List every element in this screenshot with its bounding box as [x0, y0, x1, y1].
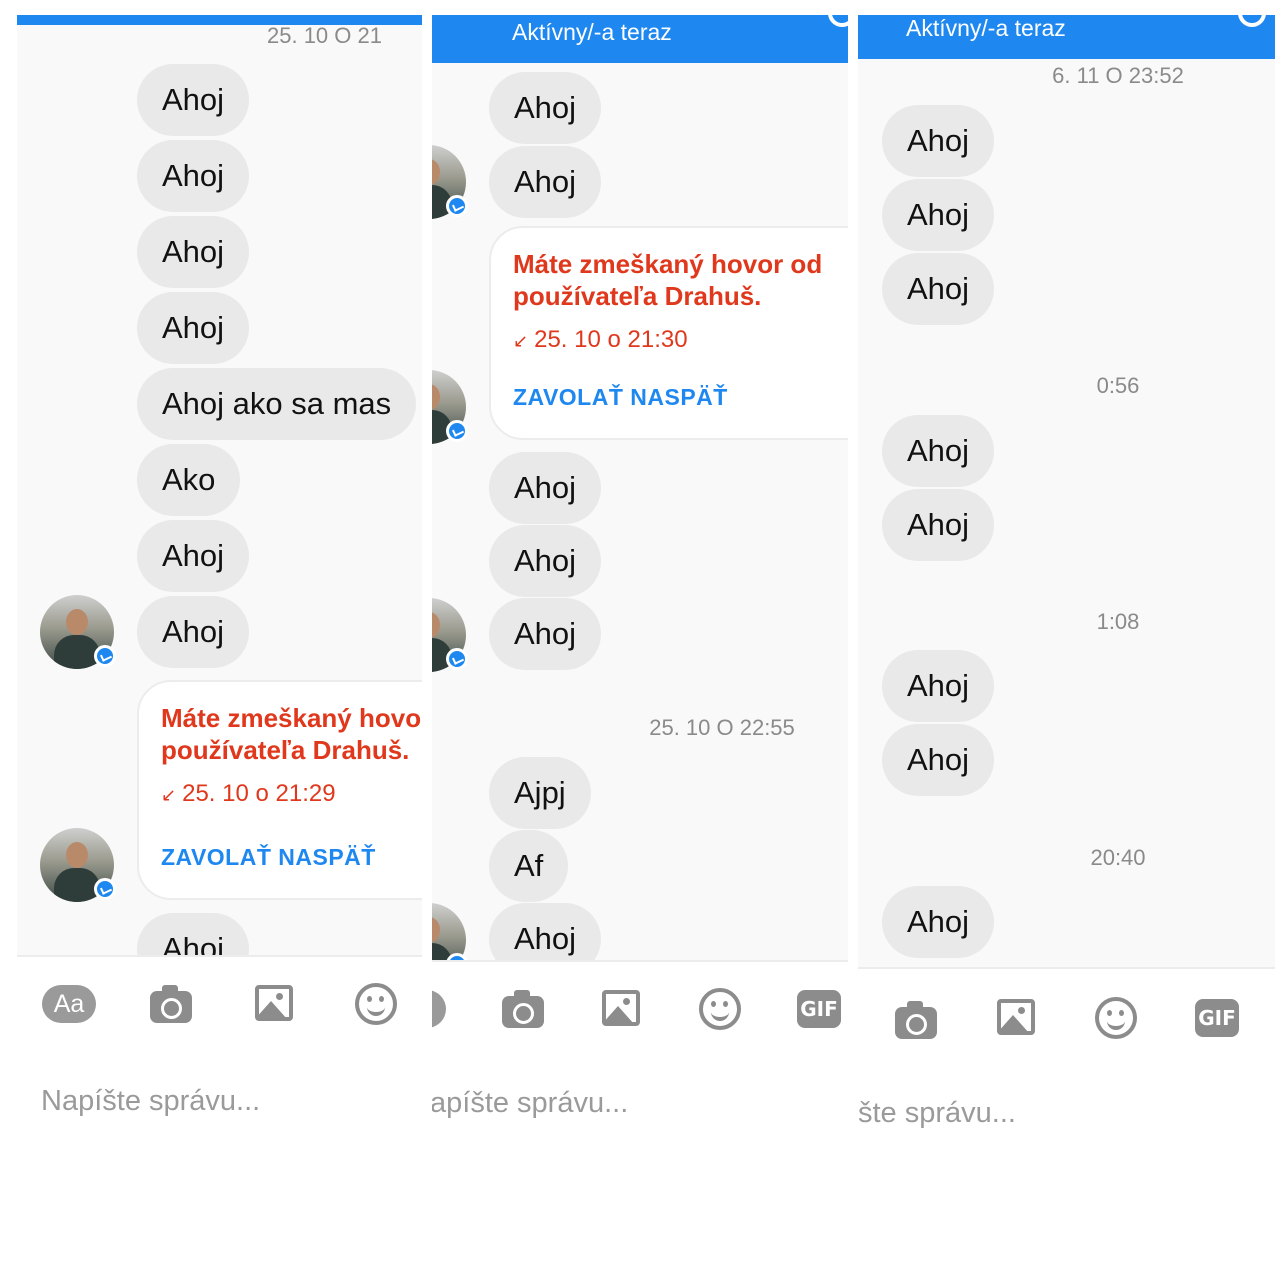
missed-call-title: Máte zmeškaný hovor od používateľa Drahu… — [161, 703, 422, 765]
header-bar: Aktívny/-a teraz — [432, 15, 848, 63]
missed-call-time-text: 25. 10 o 21:30 — [534, 326, 688, 353]
text-format-icon[interactable]: Aa — [42, 985, 96, 1023]
message-bubble[interactable]: Ahoj — [137, 292, 250, 364]
message-bubble[interactable]: Ahoj — [489, 452, 602, 524]
message-bubble[interactable]: Ako — [137, 444, 241, 516]
message-bubble[interactable]: Ahoj — [882, 724, 995, 796]
message-bubble[interactable]: Ahoj — [137, 64, 250, 136]
message-bubble[interactable]: Ahoj — [882, 650, 995, 722]
composer-toolbar: GIF šte správu... — [858, 967, 1275, 1280]
composer-toolbar: a GIF apíšte správu... — [432, 960, 848, 1280]
message-bubble[interactable]: Af — [489, 830, 569, 902]
message-bubble[interactable]: Ahoj — [489, 525, 602, 597]
messenger-badge-icon — [446, 648, 468, 670]
date-stamp: 25. 10 O 21 — [267, 23, 382, 48]
missed-call-time: ↙ 25. 10 o 21:29 — [161, 780, 422, 808]
message-bubble[interactable]: Ahoj — [137, 140, 250, 212]
message-thread[interactable]: Aktívny/-a teraz 6. 11 O 23:52 Ahoj Ahoj… — [858, 15, 1275, 967]
camera-icon[interactable] — [150, 985, 192, 1023]
message-input[interactable]: šte správu... — [858, 1097, 1016, 1130]
message-bubble[interactable]: Ahoj — [489, 598, 602, 670]
camera-icon[interactable] — [895, 1001, 937, 1039]
message-bubble[interactable]: Ahoj — [489, 146, 602, 218]
avatar[interactable] — [432, 598, 468, 672]
message-bubble[interactable]: Ahoj — [882, 253, 995, 325]
message-bubble[interactable]: Ahoj — [882, 105, 995, 177]
active-status: Aktívny/-a teraz — [906, 15, 1066, 41]
message-bubble[interactable]: Ahoj — [137, 596, 250, 668]
missed-call-time-text: 25. 10 o 21:29 — [182, 780, 336, 807]
gif-icon[interactable]: GIF — [797, 990, 841, 1028]
avatar-photo — [432, 903, 466, 960]
avatar[interactable] — [40, 595, 116, 669]
date-stamp: 25. 10 O 22:55 — [649, 715, 795, 740]
messenger-badge-icon — [94, 878, 116, 900]
chat-panel-1: 25. 10 O 21 Ahoj Ahoj Ahoj Ahoj Ahoj ako… — [17, 15, 422, 1280]
camera-icon[interactable] — [502, 990, 544, 1028]
message-bubble[interactable]: Ahoj — [882, 179, 995, 251]
time-stamp: 0:56 — [1096, 373, 1140, 398]
gallery-icon[interactable] — [255, 985, 293, 1021]
missed-call-card[interactable]: Máte zmeškaný hovor od používateľa Drahu… — [137, 680, 422, 900]
message-input[interactable]: Napíšte správu... — [41, 1085, 260, 1118]
missed-call-arrow-icon: ↙ — [513, 331, 529, 351]
message-bubble[interactable]: Ajpj — [489, 757, 591, 829]
text-format-icon[interactable]: a — [432, 990, 446, 1028]
message-thread[interactable]: 25. 10 O 21 Ahoj Ahoj Ahoj Ahoj Ahoj ako… — [17, 15, 422, 955]
gif-icon[interactable]: GIF — [1195, 999, 1239, 1037]
time-stamp: 1:08 — [1096, 609, 1140, 634]
messenger-badge-icon — [446, 420, 468, 442]
composer-toolbar: Aa Napíšte správu... — [17, 955, 422, 1280]
missed-call-title: Máte zmeškaný hovor od používateľa Drahu… — [513, 249, 823, 311]
active-status: Aktívny/-a teraz — [512, 19, 672, 45]
avatar[interactable] — [40, 828, 116, 902]
message-bubble[interactable]: Ahoj — [489, 72, 602, 144]
header-bar: Aktívny/-a teraz — [858, 15, 1275, 59]
call-back-button[interactable]: ZAVOLAŤ NASPÄŤ — [513, 384, 848, 411]
call-back-button[interactable]: ZAVOLAŤ NASPÄŤ — [161, 844, 422, 871]
missed-call-card[interactable]: Máte zmeškaný hovor od používateľa Drahu… — [489, 226, 848, 440]
chat-panel-2: Aktívny/-a teraz Ahoj Ahoj Máte zmeškaný… — [432, 15, 848, 1280]
avatar[interactable] — [432, 370, 468, 444]
emoji-icon[interactable] — [1095, 997, 1137, 1039]
gallery-icon[interactable] — [602, 990, 640, 1026]
date-stamp: 6. 11 O 23:52 — [1052, 63, 1184, 88]
emoji-icon[interactable] — [699, 988, 741, 1030]
message-bubble[interactable]: Ahoj — [489, 903, 602, 960]
call-icon[interactable] — [1238, 15, 1266, 27]
emoji-icon[interactable] — [355, 983, 397, 1025]
call-icon[interactable] — [828, 15, 848, 27]
gallery-icon[interactable] — [997, 999, 1035, 1035]
message-bubble[interactable]: Ahoj — [882, 489, 995, 561]
message-bubble[interactable]: Ahoj — [137, 520, 250, 592]
message-bubble[interactable]: Ahoj — [137, 913, 250, 955]
message-bubble[interactable]: Ahoj — [882, 886, 995, 958]
missed-call-arrow-icon: ↙ — [161, 785, 177, 805]
message-thread[interactable]: Aktívny/-a teraz Ahoj Ahoj Máte zmeškaný… — [432, 15, 848, 960]
avatar[interactable] — [432, 145, 468, 219]
messenger-badge-icon — [446, 195, 468, 217]
message-input[interactable]: apíšte správu... — [432, 1087, 628, 1120]
avatar[interactable] — [432, 903, 468, 960]
missed-call-time: ↙ 25. 10 o 21:30 — [513, 326, 848, 354]
message-bubble[interactable]: Ahoj ako sa mas — [137, 368, 417, 440]
time-stamp: 20:40 — [1090, 845, 1146, 870]
message-bubble[interactable]: Ahoj — [882, 415, 995, 487]
chat-panel-3: Aktívny/-a teraz 6. 11 O 23:52 Ahoj Ahoj… — [858, 15, 1275, 1280]
message-bubble[interactable]: Ahoj — [137, 216, 250, 288]
messenger-badge-icon — [94, 645, 116, 667]
